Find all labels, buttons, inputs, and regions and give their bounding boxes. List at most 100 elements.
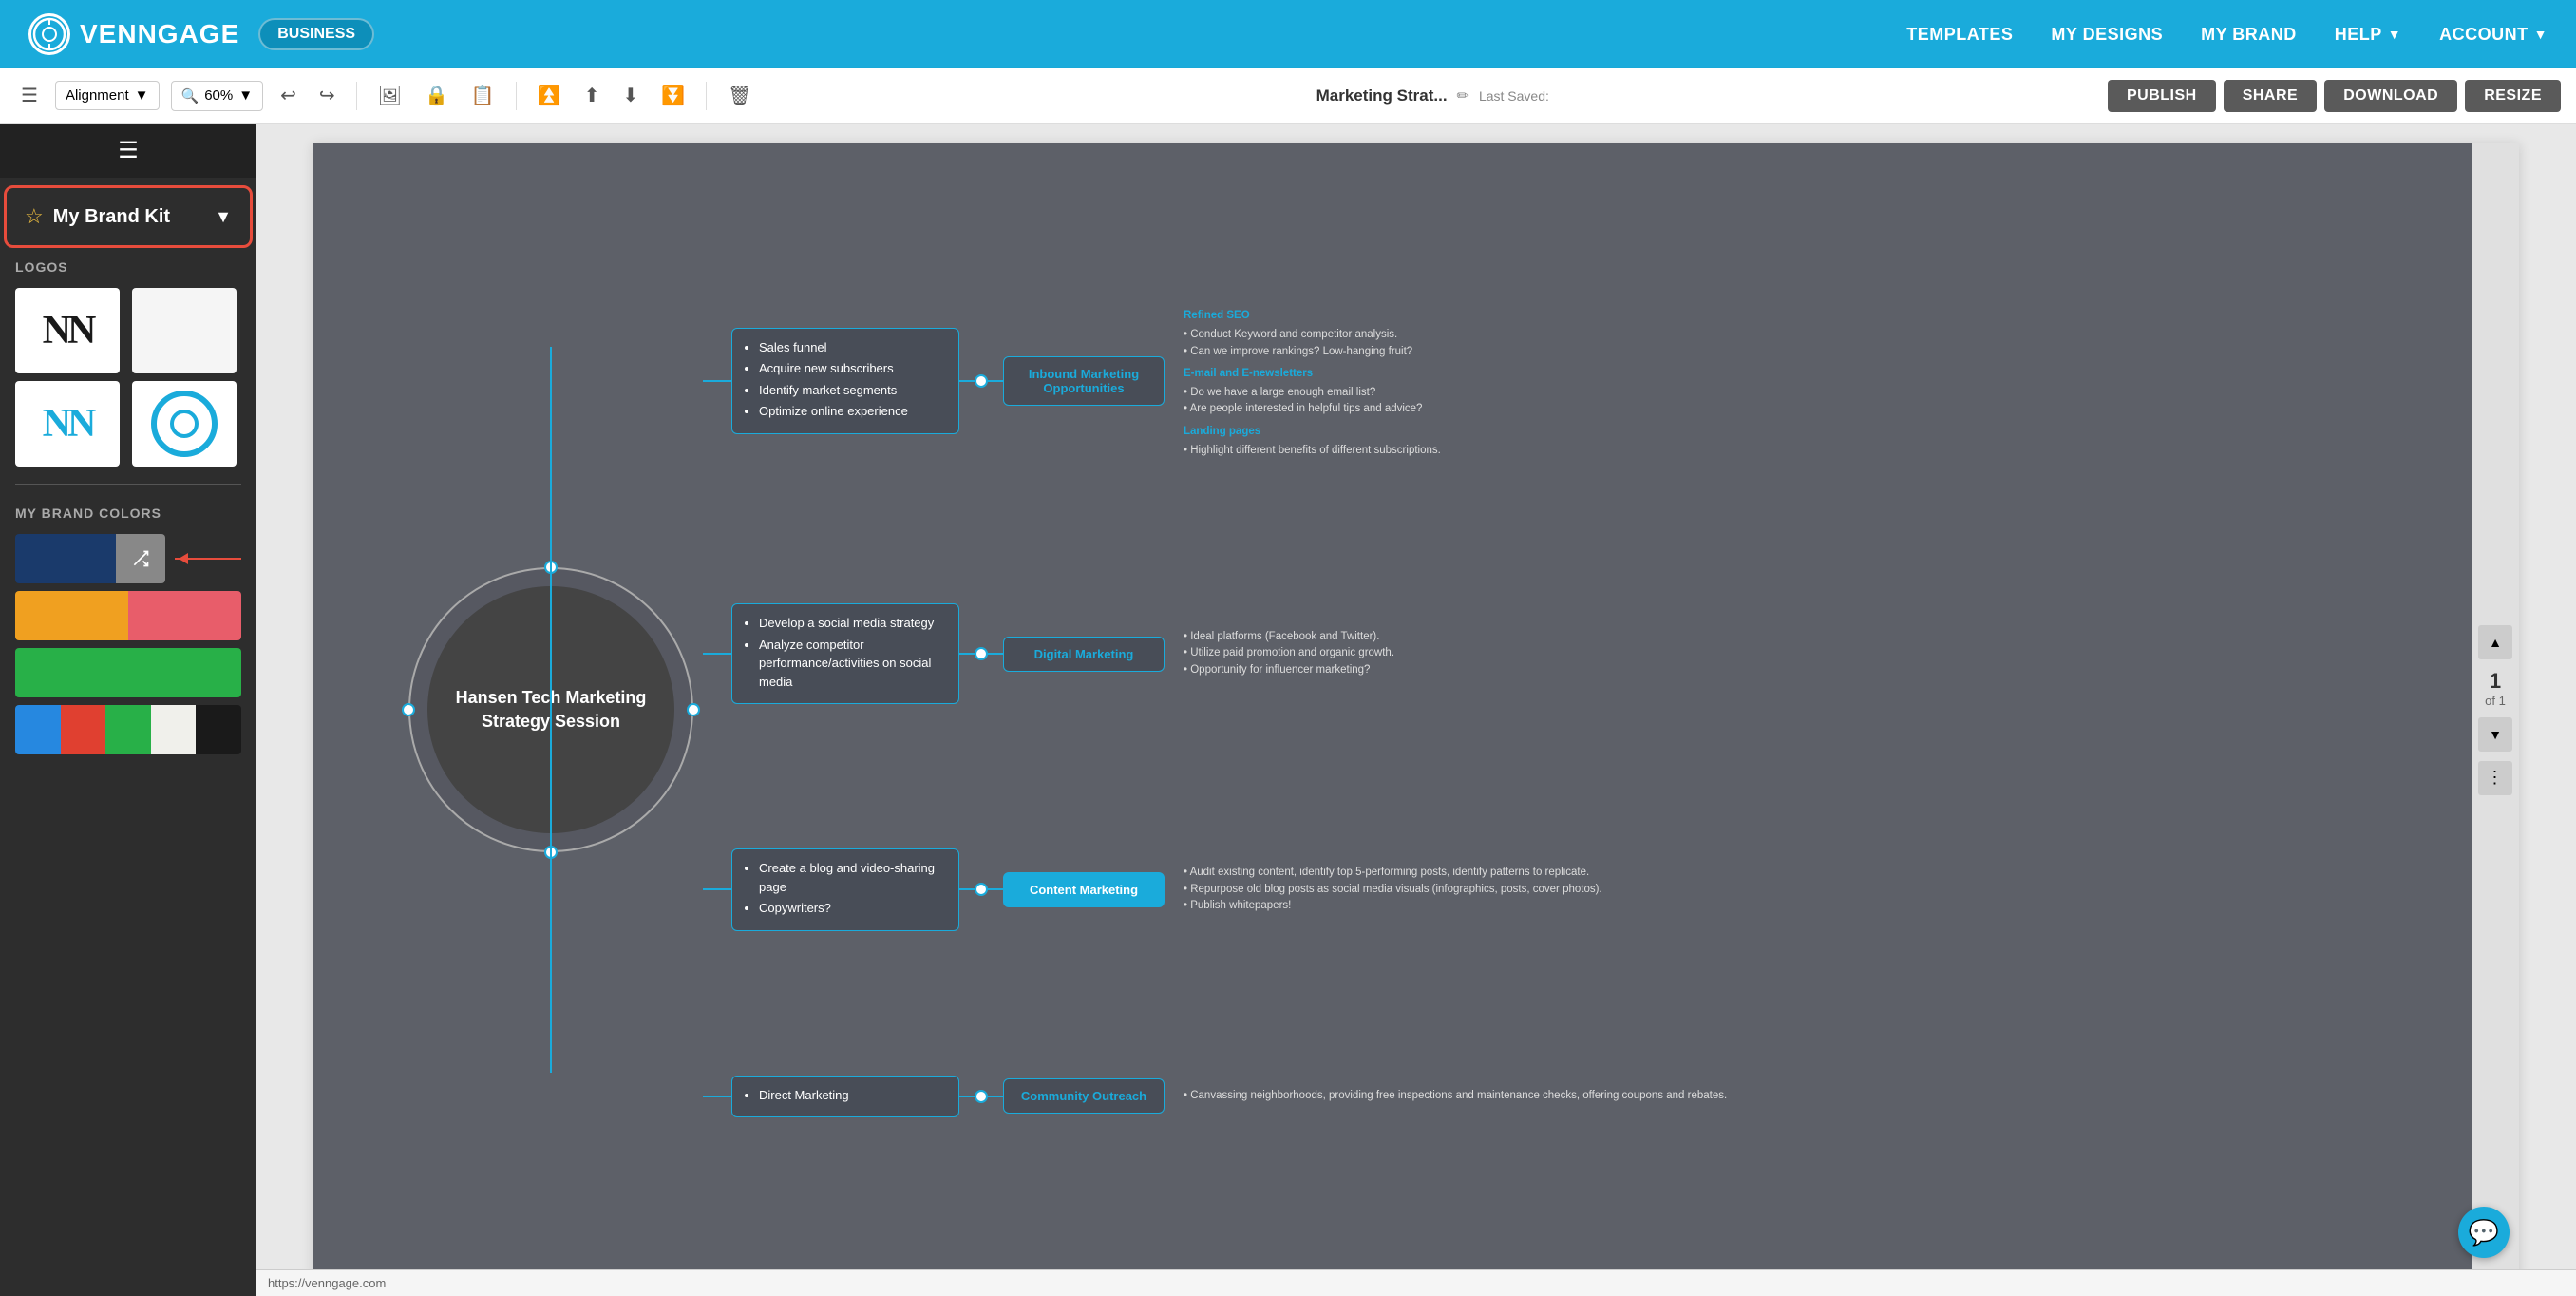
color-swatch-orange[interactable] xyxy=(15,591,128,640)
chat-bubble[interactable]: 💬 xyxy=(2458,1207,2510,1258)
account-dropdown-arrow: ▼ xyxy=(2534,27,2548,42)
nav-account[interactable]: ACCOUNT ▼ xyxy=(2439,25,2548,45)
color-swatch-red[interactable] xyxy=(61,705,106,754)
logo-thumb-circle[interactable] xyxy=(132,381,237,467)
copy-btn[interactable]: 📋 xyxy=(465,80,501,111)
row4-left-box[interactable]: Direct Marketing xyxy=(731,1076,959,1118)
brand-colors-label: MY BRAND COLORS xyxy=(0,494,256,526)
canvas-wrapper: Hansen Tech Marketing Strategy Session S… xyxy=(313,143,2519,1277)
logo-nn-black-text: NN xyxy=(43,308,93,353)
zoom-select[interactable]: 🔍 60% ▼ xyxy=(171,81,264,111)
chat-icon: 💬 xyxy=(2469,1218,2499,1248)
row2-left-box[interactable]: Develop a social media strategy Analyze … xyxy=(731,603,959,704)
move-down-btn[interactable]: ⬇ xyxy=(616,80,644,111)
last-saved-label: Last Saved: xyxy=(1479,88,1549,104)
brand-kit-chevron-icon: ▼ xyxy=(215,207,232,227)
sidebar-top-bar: ☰ xyxy=(0,124,256,178)
diagram-row-2: Develop a social media strategy Analyze … xyxy=(703,603,2467,704)
logo-thumb-nn-black[interactable]: NN xyxy=(15,288,120,373)
row1-bullet-5: • Highlight different benefits of differ… xyxy=(1184,443,2448,459)
row3-bullet-1: • Audit existing content, identify top 5… xyxy=(1184,865,2448,881)
logo-thumb-blank[interactable] xyxy=(132,288,237,373)
toolbar: ☰ Alignment ▼ 🔍 60% ▼ ↩ ↪ 🖼 🔒 📋 ⏫ ⬆ ⬇ ⏬ … xyxy=(0,68,2576,124)
page-options-btn[interactable]: ⋮ xyxy=(2478,761,2512,795)
color-swatch-green2[interactable] xyxy=(105,705,151,754)
color-shuffle-btn[interactable] xyxy=(116,534,165,583)
image-btn[interactable]: 🖼 xyxy=(372,80,407,111)
lock-btn[interactable]: 🔒 xyxy=(419,80,454,111)
brand-kit-star-icon: ☆ xyxy=(25,204,44,229)
of-pages: of 1 xyxy=(2485,694,2506,708)
color-swatch-dark-blue[interactable] xyxy=(15,534,116,583)
nav-help[interactable]: HELP ▼ xyxy=(2335,25,2401,45)
row1-heading-1: Refined SEO xyxy=(1184,308,2448,324)
nav-my-designs[interactable]: MY DESIGNS xyxy=(2051,25,2163,45)
undo-btn[interactable]: ↩ xyxy=(275,80,302,111)
row2-item-2: Analyze competitor performance/activitie… xyxy=(759,636,947,692)
connector-dot-left xyxy=(402,703,415,716)
row4-right-box[interactable]: Community Outreach xyxy=(1003,1078,1165,1114)
row3-item-2: Copywriters? xyxy=(759,899,947,918)
alignment-select[interactable]: Alignment ▼ xyxy=(55,81,160,110)
row2-bullet-3: • Opportunity for influencer marketing? xyxy=(1184,662,2448,678)
doc-title-edit-btn[interactable]: ✏ xyxy=(1457,86,1469,105)
row1-left-box[interactable]: Sales funnel Acquire new subscribers Ide… xyxy=(731,328,959,434)
row1-item-1: Sales funnel xyxy=(759,338,947,357)
logo-thumb-nn-blue[interactable]: NN xyxy=(15,381,120,467)
page-down-btn[interactable]: ▼ xyxy=(2478,717,2512,752)
main-area: ☰ ☆ My Brand Kit ▼ LOGOS NN NN xyxy=(0,124,2576,1296)
color-swatch-white[interactable] xyxy=(151,705,197,754)
row3-right-box[interactable]: Content Marketing xyxy=(1003,872,1165,907)
mid-connector-3b xyxy=(988,888,1003,890)
toolbar-divider-3 xyxy=(706,82,707,110)
sidebar: ☰ ☆ My Brand Kit ▼ LOGOS NN NN xyxy=(0,124,256,1296)
red-arrow-line xyxy=(175,558,241,560)
brand-colors-section xyxy=(0,526,256,770)
app-name: VENNGAGE xyxy=(80,19,239,49)
logo-nn-blue-text: NN xyxy=(43,401,93,447)
publish-btn[interactable]: PUBLISH xyxy=(2108,80,2216,112)
sidebar-hamburger-icon[interactable]: ☰ xyxy=(118,137,139,164)
color-row-3 xyxy=(15,648,241,697)
hamburger-toolbar-btn[interactable]: ☰ xyxy=(15,80,44,111)
canvas-content: Hansen Tech Marketing Strategy Session S… xyxy=(313,143,2519,1277)
row2-item-1: Develop a social media strategy xyxy=(759,614,947,633)
h-connector-4 xyxy=(703,1096,731,1097)
diagram-row-1: Sales funnel Acquire new subscribers Ide… xyxy=(703,302,2467,459)
page-up-btn[interactable]: ▲ xyxy=(2478,625,2512,659)
move-bottom-btn[interactable]: ⏬ xyxy=(655,80,691,111)
color-swatch-pink[interactable] xyxy=(128,591,241,640)
move-up-btn[interactable]: ⬆ xyxy=(578,80,606,111)
help-dropdown-arrow: ▼ xyxy=(2388,27,2401,42)
brand-kit-selector[interactable]: ☆ My Brand Kit ▼ xyxy=(9,191,247,242)
page-counter: ▲ 1 of 1 ▼ ⋮ xyxy=(2472,143,2519,1277)
alignment-arrow: ▼ xyxy=(135,87,149,104)
delete-btn[interactable]: 🗑 xyxy=(722,80,757,111)
nav-my-brand[interactable]: MY BRAND xyxy=(2201,25,2297,45)
share-btn[interactable]: SHARE xyxy=(2224,80,2318,112)
canvas-area: Hansen Tech Marketing Strategy Session S… xyxy=(256,124,2576,1296)
row3-bullet-3: • Publish whitepapers! xyxy=(1184,898,2448,914)
download-btn[interactable]: DOWNLOAD xyxy=(2324,80,2457,112)
connector-dot-middle xyxy=(687,703,700,716)
mid-dot-4 xyxy=(975,1090,988,1103)
color-swatch-blue[interactable] xyxy=(15,705,61,754)
move-top-btn[interactable]: ⏫ xyxy=(532,80,567,111)
row4-item-1: Direct Marketing xyxy=(759,1086,947,1105)
logo-circle-blue xyxy=(151,391,218,457)
resize-btn[interactable]: RESIZE xyxy=(2465,80,2561,112)
mid-dot-2 xyxy=(975,647,988,660)
status-bar: https://venngage.com xyxy=(256,1269,2576,1296)
color-swatch-black[interactable] xyxy=(196,705,241,754)
row2-far-right: • Ideal platforms (Facebook and Twitter)… xyxy=(1165,629,2467,678)
diagram-rows: Sales funnel Acquire new subscribers Ide… xyxy=(703,143,2467,1277)
nav-templates[interactable]: TEMPLATES xyxy=(1906,25,2013,45)
redo-btn[interactable]: ↪ xyxy=(313,80,341,111)
color-swatch-green[interactable] xyxy=(15,648,241,697)
row2-right-box[interactable]: Digital Marketing xyxy=(1003,637,1165,672)
row3-left-box[interactable]: Create a blog and video-sharing page Cop… xyxy=(731,848,959,931)
row1-heading-3: Landing pages xyxy=(1184,424,2448,440)
logo-area[interactable]: VENNGAGE xyxy=(28,13,239,55)
nav-right: TEMPLATES MY DESIGNS MY BRAND HELP ▼ ACC… xyxy=(1906,25,2548,45)
row1-right-box[interactable]: Inbound Marketing Opportunities xyxy=(1003,356,1165,406)
